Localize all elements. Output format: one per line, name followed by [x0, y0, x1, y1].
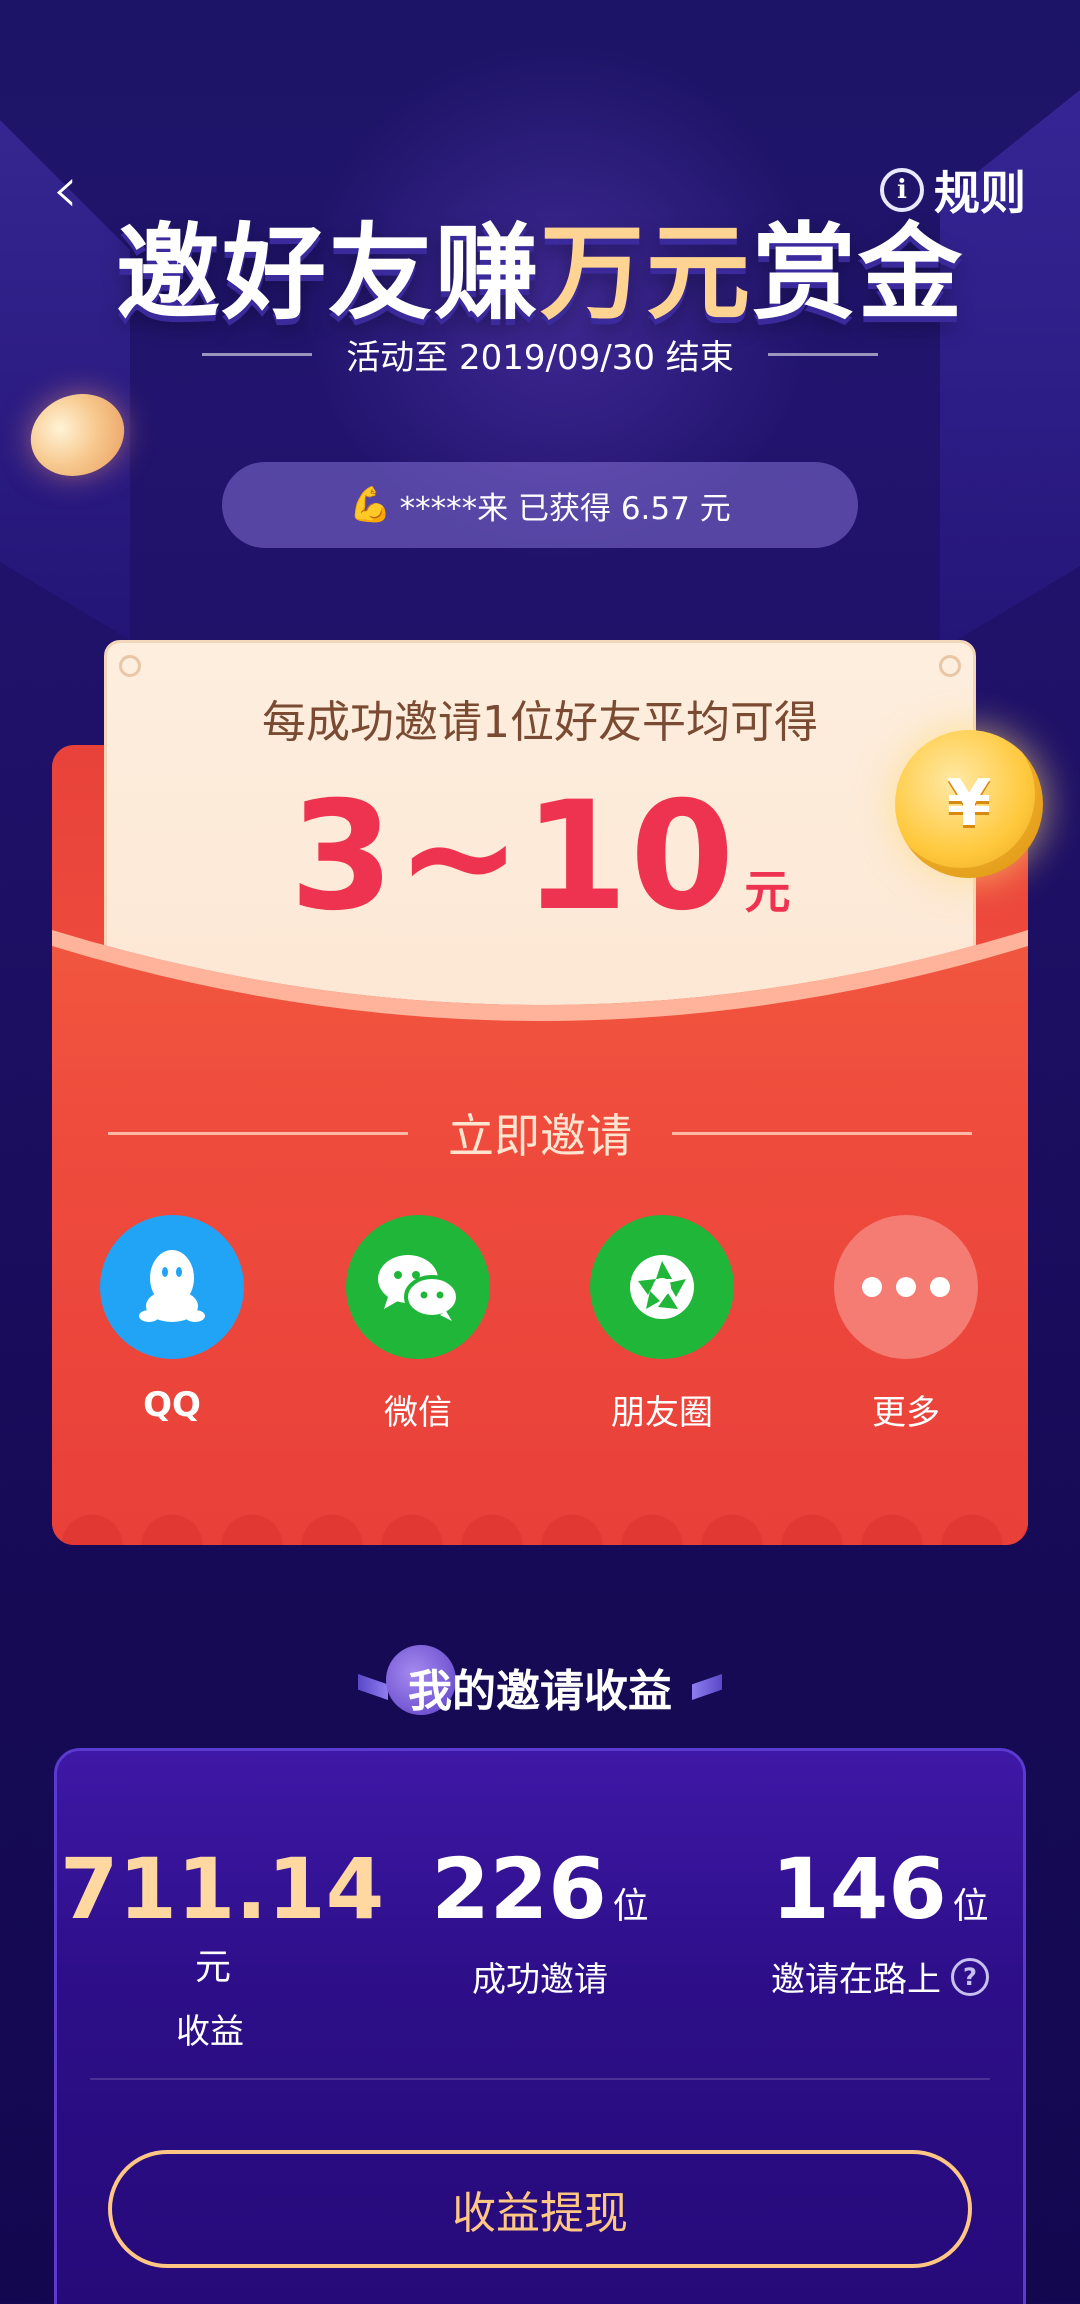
- help-icon[interactable]: ?: [951, 1957, 989, 1996]
- share-qq-label: QQ: [143, 1385, 201, 1425]
- withdraw-button[interactable]: 收益提现: [108, 2150, 972, 2268]
- share-more-button[interactable]: [834, 1215, 978, 1359]
- more-icon: [862, 1277, 950, 1297]
- share-moments-label: 朋友圈: [611, 1393, 713, 1433]
- reward-amount-unit: 元: [744, 865, 791, 919]
- coin-icon: ¥: [895, 730, 1043, 878]
- success-value: 226: [431, 1840, 607, 1938]
- invite-heading: 立即邀请: [104, 1100, 976, 1166]
- title-part1: 邀好友赚: [115, 212, 540, 334]
- earnings-title-text: 我的邀请收益: [408, 1666, 672, 1717]
- coin-symbol: ¥: [946, 767, 992, 841]
- card-divider: [90, 2078, 990, 2080]
- pending-unit: 位: [952, 1886, 989, 1927]
- share-more-label: 更多: [872, 1393, 940, 1433]
- reward-amount-value: 3~10: [289, 770, 737, 944]
- share-moments-button[interactable]: [590, 1215, 734, 1359]
- reward-subtitle: 每成功邀请1位好友平均可得: [262, 697, 818, 748]
- stat-successful-invites: 226 位 成功邀请: [390, 1840, 690, 2001]
- reward-ticker: 💪 *****来 已获得 6.57 元: [222, 462, 858, 548]
- moments-icon: [630, 1255, 694, 1319]
- period-text: 活动至 2019/09/30 结束: [346, 338, 734, 378]
- stat-income: 711.14 元 收益: [60, 1840, 384, 2053]
- divider-line-left: [202, 353, 313, 356]
- activity-period: 活动至 2019/09/30 结束: [0, 330, 1080, 379]
- income-unit: 元: [194, 1947, 231, 1988]
- success-label: 成功邀请: [472, 1960, 608, 2000]
- paper-corner-ornament: [119, 655, 141, 677]
- share-wechat-button[interactable]: [346, 1215, 490, 1359]
- invite-heading-text: 立即邀请: [448, 1109, 632, 1163]
- income-value: 711.14: [60, 1840, 385, 1938]
- page-title: 邀好友赚万元赏金: [0, 188, 1080, 339]
- wechat-icon: [378, 1255, 460, 1321]
- title-highlight: 万元: [539, 212, 752, 334]
- success-unit: 位: [612, 1886, 649, 1927]
- earnings-section-title: 我的邀请收益: [0, 1645, 1080, 1719]
- divider-line-left: [108, 1131, 408, 1135]
- title-part3: 赏金: [752, 212, 965, 334]
- paper-corner-ornament: [939, 655, 961, 677]
- divider-line-right: [767, 353, 878, 356]
- ticker-text: *****来 已获得 6.57 元: [399, 490, 731, 527]
- wave-pattern-decoration: [52, 1470, 1028, 1545]
- title-decoration-left: [358, 1674, 388, 1700]
- share-wechat-label: 微信: [384, 1393, 452, 1433]
- pending-label: 邀请在路上: [771, 1960, 941, 2000]
- pending-value: 146: [771, 1840, 947, 1938]
- reward-amount: 3~10 元: [104, 770, 976, 944]
- share-qq-button[interactable]: [100, 1215, 244, 1359]
- muscle-icon: 💪: [349, 485, 392, 525]
- divider-line-right: [672, 1131, 972, 1135]
- qq-icon: [139, 1250, 205, 1322]
- income-label: 收益: [176, 2012, 244, 2052]
- stat-pending-invites: 146 位 邀请在路上 ?: [720, 1840, 1040, 2001]
- title-decoration-right: [692, 1674, 722, 1700]
